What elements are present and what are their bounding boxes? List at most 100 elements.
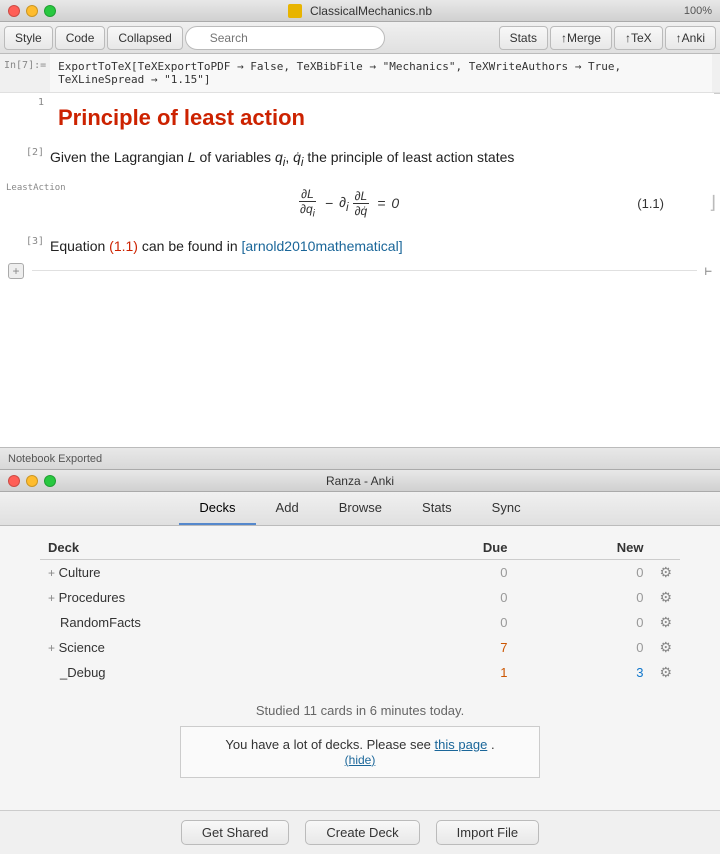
window-title: ClassicalMechanics.nb: [288, 4, 432, 18]
nav-browse[interactable]: Browse: [319, 492, 402, 525]
eq-ref-link[interactable]: (1.1): [109, 238, 138, 254]
deck-name-culture[interactable]: + Culture: [40, 560, 386, 586]
notebook-content: In[7]:= ExportToTeX[TeXExportToPDF → Fal…: [0, 54, 720, 448]
cell-ref-2: [2]: [0, 143, 50, 162]
col-deck: Deck: [40, 536, 386, 560]
new-randomfacts: 0: [515, 610, 651, 635]
deck-name-science[interactable]: + Science: [40, 635, 386, 660]
cite-link[interactable]: [arnold2010mathematical]: [242, 238, 403, 254]
mathematica-window: ClassicalMechanics.nb 100% Style Code Co…: [0, 0, 720, 470]
add-cell-button[interactable]: +: [8, 263, 24, 279]
input-cell-row: In[7]:= ExportToTeX[TeXExportToPDF → Fal…: [0, 54, 720, 93]
gear-culture[interactable]: ⚙: [651, 560, 680, 586]
zoom-level: 100%: [684, 5, 712, 17]
deck-table: Deck Due New + Culture 0 0 ⚙: [40, 536, 680, 685]
new-debug: 3: [515, 660, 651, 685]
text-cell-2-content: Given the Lagrangian L of variables qi, …: [50, 143, 712, 175]
input-cell-content[interactable]: ExportToTeX[TeXExportToPDF → False, TeXB…: [50, 54, 712, 92]
gear-debug[interactable]: ⚙: [651, 660, 680, 685]
anki-button[interactable]: ↑Anki: [665, 26, 716, 50]
deck-table-body: + Culture 0 0 ⚙ + Procedures 0 0 ⚙: [40, 560, 680, 686]
search-input[interactable]: [185, 26, 385, 50]
text-cell-3-row: [3] Equation (1.1) can be found in [arno…: [0, 232, 720, 261]
cell-tag-leastaction: LeastAction: [0, 175, 50, 197]
table-row: + Culture 0 0 ⚙: [40, 560, 680, 586]
frac-1: ∂L ∂qi: [298, 187, 317, 219]
anki-minimize-button[interactable]: [26, 475, 38, 487]
gear-randomfacts[interactable]: ⚙: [651, 610, 680, 635]
stats-button[interactable]: Stats: [499, 26, 548, 50]
cell-ref-3: [3]: [0, 232, 50, 251]
equation-number: (1.1): [637, 196, 664, 211]
add-cell-arrow: ⊢: [705, 264, 712, 278]
math-expression: ∂L ∂qi − ∂i ∂L ∂q̇ = 0: [296, 187, 399, 219]
new-culture: 0: [515, 560, 651, 586]
status-bar: Notebook Exported: [0, 447, 720, 469]
toolbar: Style Code Collapsed 🔍 Stats ↑Merge ↑TeX…: [0, 22, 720, 54]
equation-row: LeastAction ∂L ∂qi − ∂i: [0, 175, 720, 231]
merge-button[interactable]: ↑Merge: [550, 26, 612, 50]
studied-text: Studied 11 cards in 6 minutes today.: [20, 703, 700, 718]
add-cell-divider: [32, 270, 697, 271]
anki-nav: Decks Add Browse Stats Sync: [0, 492, 720, 526]
col-new: New: [515, 536, 651, 560]
input-code: ExportToTeX[TeXExportToPDF → False, TeXB…: [58, 60, 621, 86]
code-button[interactable]: Code: [55, 26, 106, 50]
minimize-button[interactable]: [26, 5, 38, 17]
nav-add[interactable]: Add: [256, 492, 319, 525]
gear-procedures[interactable]: ⚙: [651, 585, 680, 610]
due-debug: 1: [386, 660, 515, 685]
table-row: _Debug 1 3 ⚙: [40, 660, 680, 685]
status-text: Notebook Exported: [8, 453, 102, 465]
section-title-content: Principle of least action: [50, 93, 712, 143]
notice-after: .: [491, 737, 495, 752]
nav-decks[interactable]: Decks: [179, 492, 255, 525]
equation-cell: ∂L ∂qi − ∂i ∂L ∂q̇ = 0: [50, 175, 712, 231]
anki-close-button[interactable]: [8, 475, 20, 487]
bracket-right: ⌋: [709, 193, 716, 214]
notice-link[interactable]: this page: [435, 737, 488, 752]
text-cell-3-content: Equation (1.1) can be found in [arnold20…: [50, 232, 712, 261]
deck-name-debug[interactable]: _Debug: [40, 660, 386, 685]
gear-science[interactable]: ⚙: [651, 635, 680, 660]
new-science: 0: [515, 635, 651, 660]
title-bar: ClassicalMechanics.nb 100%: [0, 0, 720, 22]
get-shared-button[interactable]: Get Shared: [181, 820, 290, 845]
input-label: In[7]:=: [0, 54, 50, 77]
create-deck-button[interactable]: Create Deck: [305, 820, 419, 845]
due-randomfacts: 0: [386, 610, 515, 635]
section-title: Principle of least action: [58, 97, 704, 139]
text-cell-2-row: [2] Given the Lagrangian L of variables …: [0, 143, 720, 175]
deck-table-header: Deck Due New: [40, 536, 680, 560]
nav-sync[interactable]: Sync: [472, 492, 541, 525]
col-due: Due: [386, 536, 515, 560]
collapsed-button[interactable]: Collapsed: [107, 26, 182, 50]
deck-name-procedures[interactable]: + Procedures: [40, 585, 386, 610]
nav-stats[interactable]: Stats: [402, 492, 472, 525]
hide-link[interactable]: (hide): [345, 753, 376, 767]
import-file-button[interactable]: Import File: [436, 820, 539, 845]
close-button[interactable]: [8, 5, 20, 17]
section-number: 1: [0, 93, 50, 112]
search-wrap: 🔍: [185, 26, 385, 50]
notebook-icon: [288, 4, 302, 18]
deck-name-randomfacts[interactable]: RandomFacts: [40, 610, 386, 635]
notice-box: You have a lot of decks. Please see this…: [180, 726, 540, 778]
table-row: RandomFacts 0 0 ⚙: [40, 610, 680, 635]
new-procedures: 0: [515, 585, 651, 610]
notice-before: You have a lot of decks. Please see: [225, 737, 431, 752]
window-controls: [8, 5, 56, 17]
due-science: 7: [386, 635, 515, 660]
anki-footer: Studied 11 cards in 6 minutes today. You…: [0, 695, 720, 786]
anki-window-controls: [8, 475, 56, 487]
maximize-button[interactable]: [44, 5, 56, 17]
anki-window-title: Ranza - Anki: [326, 474, 394, 488]
section-heading-row: 1 Principle of least action: [0, 93, 720, 143]
anki-maximize-button[interactable]: [44, 475, 56, 487]
style-button[interactable]: Style: [4, 26, 53, 50]
tex-button[interactable]: ↑TeX: [614, 26, 663, 50]
anki-main: Deck Due New + Culture 0 0 ⚙: [0, 526, 720, 695]
anki-window: Ranza - Anki Decks Add Browse Stats Sync…: [0, 470, 720, 854]
table-row: + Procedures 0 0 ⚙: [40, 585, 680, 610]
add-cell-row: + ⊢: [0, 261, 720, 281]
